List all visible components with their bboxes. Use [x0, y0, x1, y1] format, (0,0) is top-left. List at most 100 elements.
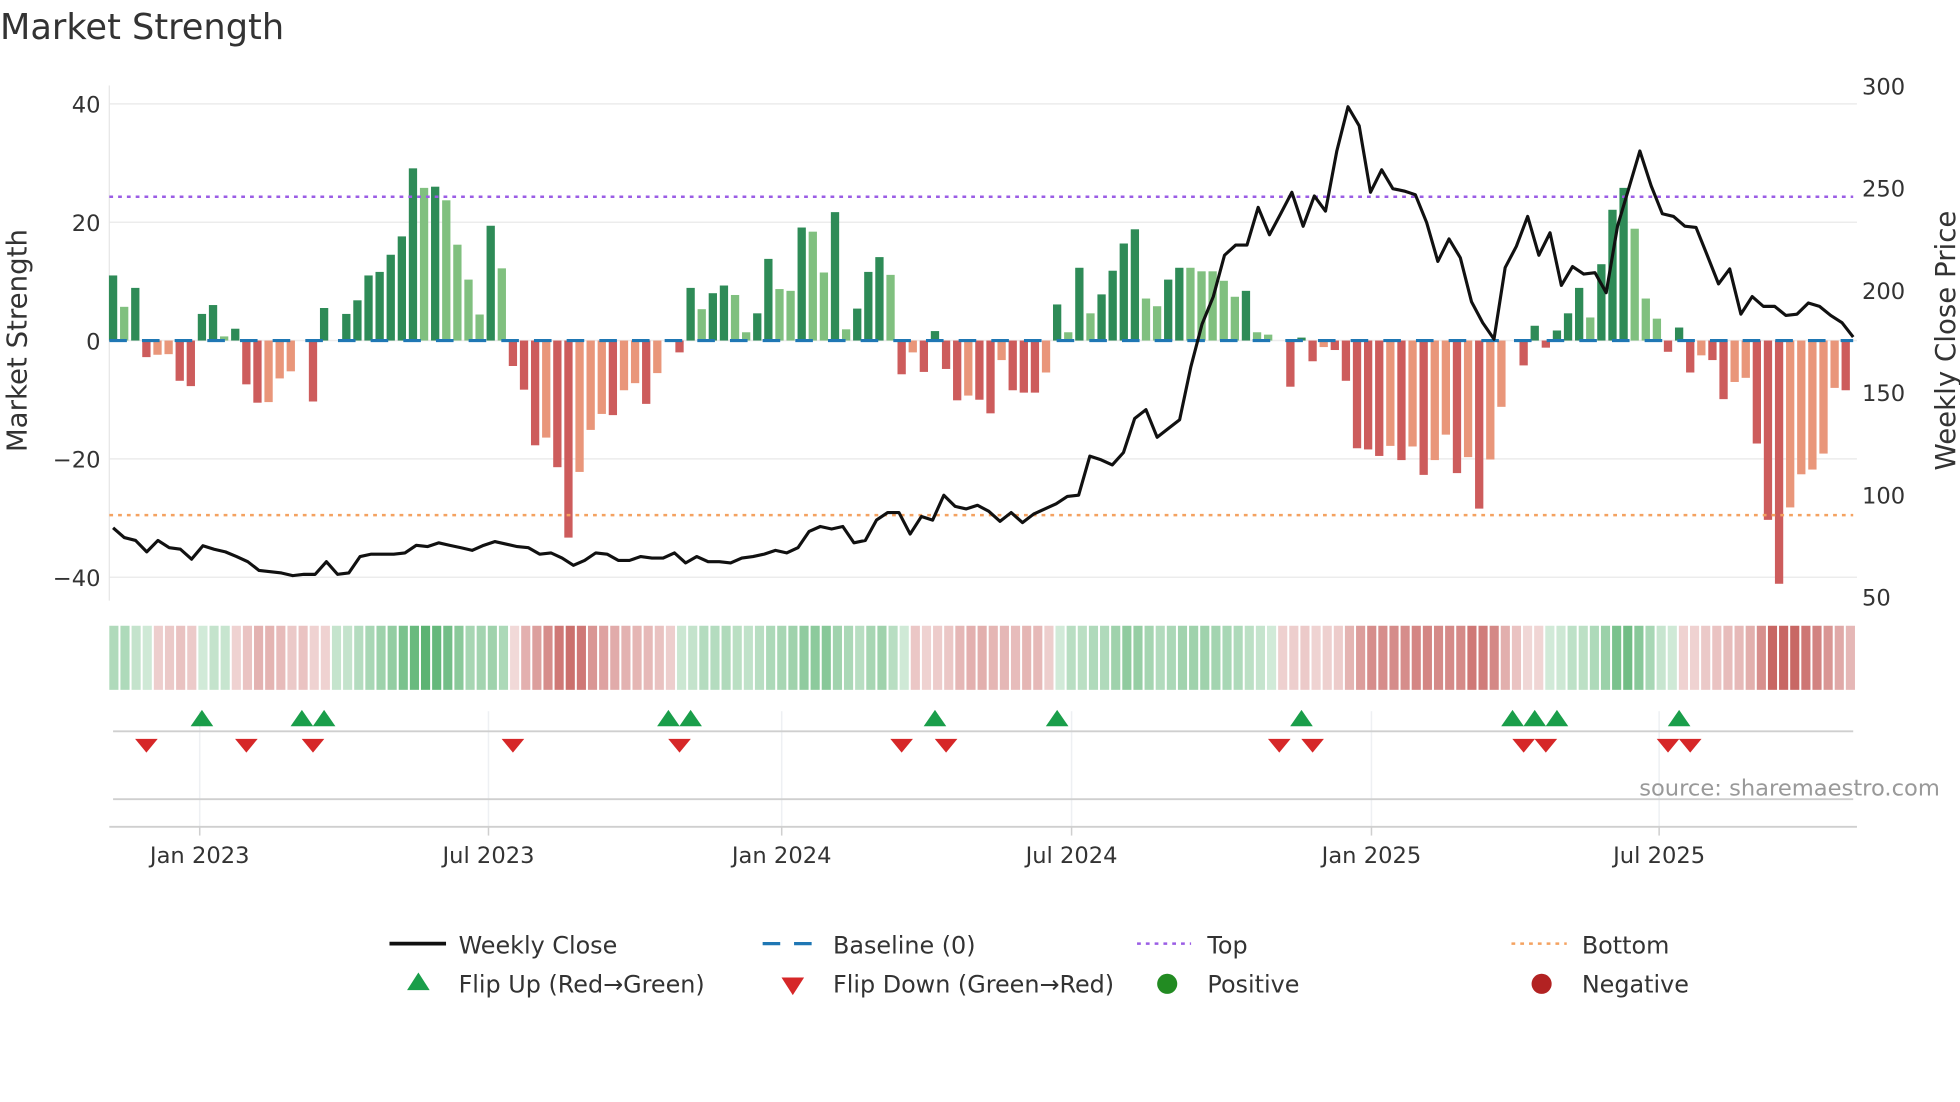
negative-strength-bar: [1408, 340, 1417, 447]
negative-strength-bar: [1830, 340, 1839, 388]
heatmap-cell: [320, 625, 330, 690]
legend-item-positive[interactable]: Positive: [1157, 971, 1299, 999]
heatmap-cell: [788, 625, 798, 690]
heatmap-cell: [153, 625, 163, 690]
heatmap-cell: [465, 625, 475, 690]
legend-label: Top: [1206, 932, 1247, 960]
heatmap-cell: [164, 625, 175, 690]
negative-strength-bar: [1363, 340, 1373, 450]
negative-strength-bar: [153, 340, 162, 355]
heatmap-cell: [1589, 625, 1599, 690]
positive-strength-bar: [753, 313, 762, 341]
x-tick-label: Jan 2025: [1320, 843, 1422, 869]
negative-strength-bar: [1730, 340, 1739, 382]
legend-item-flip-down[interactable]: Flip Down (Green→Red): [781, 971, 1114, 999]
negative-strength-bar: [619, 340, 629, 391]
positive-strength-bar: [1086, 313, 1095, 341]
heatmap-cell: [1066, 625, 1076, 690]
heatmap-cell: [443, 625, 453, 690]
negative-strength-bar: [264, 340, 273, 403]
heatmap-cell: [1834, 625, 1844, 690]
legend-item-negative[interactable]: Negative: [1531, 971, 1689, 999]
heatmap-cell: [1600, 625, 1611, 690]
heatmap-cell: [198, 625, 208, 690]
heatmap-cell: [331, 625, 342, 690]
heatmap-cell: [1845, 625, 1855, 690]
heatmap-cell: [276, 625, 286, 690]
heatmap-cell: [1378, 625, 1388, 690]
heatmap-cell: [1433, 625, 1444, 690]
negative-strength-bar: [530, 340, 540, 446]
flip-up-marker: [1290, 709, 1313, 727]
negative-strength-bar: [1497, 340, 1506, 407]
negative-strength-bar: [642, 340, 651, 404]
legend-label: Flip Up (Red→Green): [459, 971, 705, 999]
heatmap-cell: [187, 625, 197, 690]
positive-strength-bar: [108, 275, 118, 341]
heatmap-cell: [1022, 625, 1032, 690]
positive-strength-bar: [886, 274, 895, 341]
heatmap-cell: [1177, 625, 1188, 690]
heatmap-cell: [343, 625, 353, 690]
heatmap-cell: [1779, 625, 1789, 690]
heatmap-cell: [1166, 625, 1176, 690]
heatmap-cell: [1200, 625, 1210, 690]
heatmap-cell: [454, 625, 464, 690]
heatmap-cell: [1801, 625, 1811, 690]
heatmap-cell: [1055, 625, 1065, 690]
positive-strength-bar: [708, 293, 717, 341]
legend-item-bottom[interactable]: Bottom: [1511, 932, 1669, 960]
heatmap-cell: [1767, 625, 1778, 690]
flip-down-marker: [1534, 738, 1558, 753]
negative-strength-bar: [1663, 340, 1673, 352]
positive-strength-bar: [1586, 317, 1595, 341]
heatmap-cell: [955, 625, 965, 690]
negative-strength-bar: [1475, 340, 1484, 509]
legend-item-weekly-close[interactable]: Weekly Close: [389, 932, 617, 960]
heatmap-cell: [1211, 625, 1221, 690]
negative-strength-bar: [1375, 340, 1384, 456]
positive-strength-bar: [853, 308, 862, 341]
positive-strength-bar: [397, 236, 406, 341]
negative-strength-bar: [1519, 340, 1528, 366]
positive-strength-bar: [764, 258, 773, 341]
positive-strength-bar: [231, 328, 240, 341]
negative-strength-bar: [986, 340, 995, 414]
positive-strength-bar: [1186, 267, 1195, 341]
heatmap-cell: [1467, 625, 1477, 690]
positive-strength-bar: [486, 225, 495, 341]
negative-strength-bar: [286, 340, 295, 372]
flip-down-marker: [235, 738, 258, 753]
heatmap-cell: [109, 625, 119, 690]
heatmap-cell: [309, 625, 319, 690]
x-axis-ticks: Jan 2023 Jul 2023 Jan 2024 Jul 2024 Jan 2025…: [148, 826, 1705, 869]
flip-down-marker: [1678, 738, 1702, 753]
heatmap-cell: [743, 625, 753, 690]
negative-strength-bar: [1452, 340, 1462, 474]
heatmap-cell: [1623, 625, 1633, 690]
negative-strength-bar: [941, 340, 951, 369]
heatmap-cell: [587, 625, 598, 690]
heatmap-cell: [1044, 625, 1054, 690]
negative-strength-bar: [1352, 340, 1362, 449]
positive-strength-bar: [808, 231, 817, 341]
legend-item-baseline[interactable]: Baseline (0): [762, 932, 976, 960]
negative-strength-bar: [553, 340, 562, 468]
heatmap-cell: [554, 625, 564, 690]
heatmap-cell: [1255, 625, 1265, 690]
positive-strength-bar: [131, 287, 140, 341]
heatmap-cell: [576, 625, 586, 690]
legend-item-flip-up[interactable]: Flip Up (Red→Green): [407, 971, 705, 999]
flip-up-marker: [1545, 709, 1569, 727]
right-tick-label: 100: [1862, 483, 1905, 509]
positive-strength-bar: [841, 329, 851, 341]
heatmap-cell: [1088, 625, 1099, 690]
heatmap-cell: [899, 625, 909, 690]
heatmap-cell: [921, 625, 932, 690]
heatmap-cell: [1734, 625, 1744, 690]
positive-strength-bar: [1097, 294, 1106, 341]
heatmap-cell: [843, 625, 854, 690]
legend-item-top[interactable]: Top: [1137, 932, 1248, 960]
heatmap-cell: [1712, 625, 1722, 690]
positive-strength-bar: [786, 290, 795, 341]
